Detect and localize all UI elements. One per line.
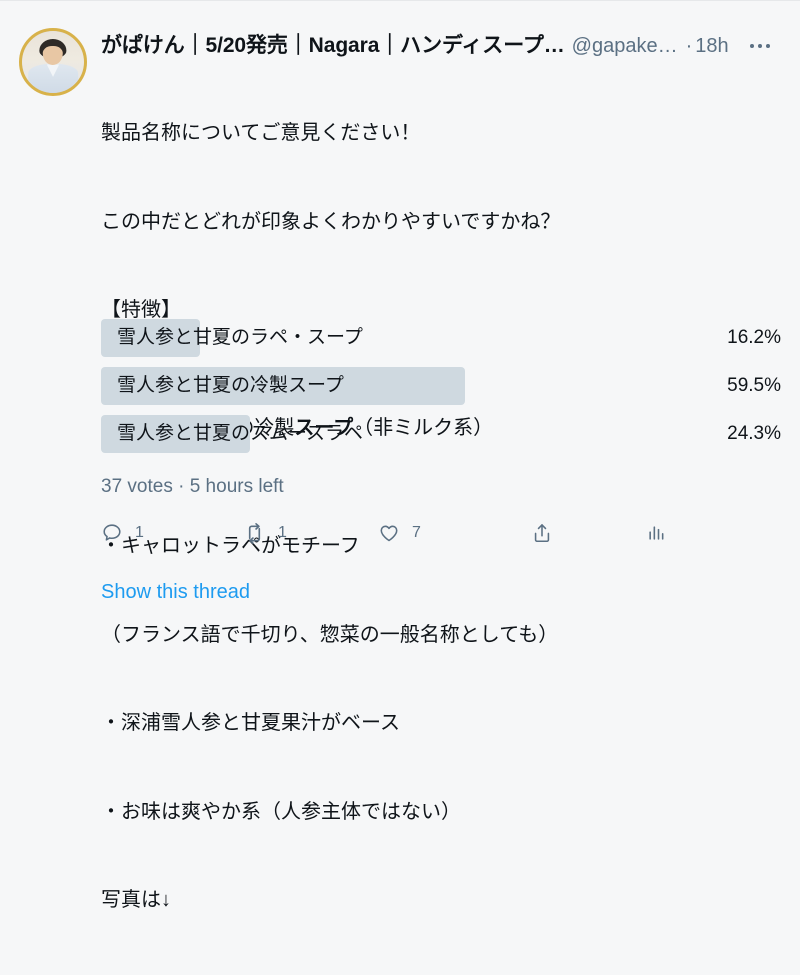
analytics-button[interactable] <box>646 513 678 553</box>
tweet-text-line: この中だとどれが印象よくわかりやすいですかね？ <box>101 210 561 233</box>
header-separator: · <box>685 35 693 57</box>
tweet-text-line: ・お味は爽やか系（人参主体ではない） <box>101 800 461 823</box>
poll-meta: 37 votes · 5 hours left <box>101 476 284 497</box>
heart-icon <box>378 522 400 544</box>
retweet-icon <box>243 522 266 545</box>
poll-track: 雪人参と甘夏の冷製スープ <box>101 367 713 405</box>
retweet-button[interactable]: 1 <box>243 513 287 553</box>
tweet-actions: 1 1 7 <box>101 513 681 553</box>
avatar-face <box>42 45 64 66</box>
poll: 雪人参と甘夏のラペ・スープ 16.2% 雪人参と甘夏の冷製スープ 59.5% 雪… <box>101 319 781 463</box>
poll-track: 雪人参と甘夏のラペ・スープ <box>101 319 713 357</box>
poll-option[interactable]: 雪人参と甘夏の冷製スープ 59.5% <box>101 367 781 405</box>
poll-option-label: 雪人参と甘夏のスムースラペ <box>117 423 364 444</box>
like-button[interactable]: 7 <box>378 513 421 553</box>
share-button[interactable] <box>531 513 565 553</box>
retweet-count: 1 <box>278 524 287 541</box>
share-icon <box>531 522 553 544</box>
show-thread-link[interactable]: Show this thread <box>101 579 250 605</box>
poll-option-label: 雪人参と甘夏の冷製スープ <box>117 375 344 396</box>
poll-option[interactable]: 雪人参と甘夏のラペ・スープ 16.2% <box>101 319 781 357</box>
tweet-text-line: （フランス語で千切り、惣菜の一般名称としても） <box>101 623 559 646</box>
reply-icon <box>101 522 123 544</box>
reply-count: 1 <box>135 524 144 541</box>
tweet-card[interactable]: がぱけん｜5/20発売｜Nagara｜ハンディスープ… @gapake… · 1… <box>0 0 800 911</box>
avatar[interactable] <box>19 28 87 96</box>
tweet-text-line: ・深浦雪人参と甘夏果汁がベース <box>101 712 400 734</box>
analytics-icon <box>646 523 666 543</box>
tweet-text-line: 製品名称についてご意見ください！ <box>101 122 421 144</box>
more-options-icon[interactable] <box>745 34 775 58</box>
author-handle[interactable]: @gapake… <box>572 32 678 60</box>
like-count: 7 <box>412 524 421 541</box>
poll-option-label: 雪人参と甘夏のラペ・スープ <box>117 327 363 348</box>
tweet-text-line: 写真は↓ <box>101 889 171 911</box>
tweet-timestamp[interactable]: 18h <box>695 32 728 60</box>
poll-track: 雪人参と甘夏のスムースラペ <box>101 415 713 453</box>
avatar-photo <box>22 31 84 93</box>
poll-option[interactable]: 雪人参と甘夏のスムースラペ 24.3% <box>101 415 781 453</box>
reply-button[interactable]: 1 <box>101 513 144 553</box>
author-display-name[interactable]: がぱけん｜5/20発売｜Nagara｜ハンディスープ… <box>101 32 565 60</box>
tweet-header: がぱけん｜5/20発売｜Nagara｜ハンディスープ… @gapake… · 1… <box>101 32 790 60</box>
